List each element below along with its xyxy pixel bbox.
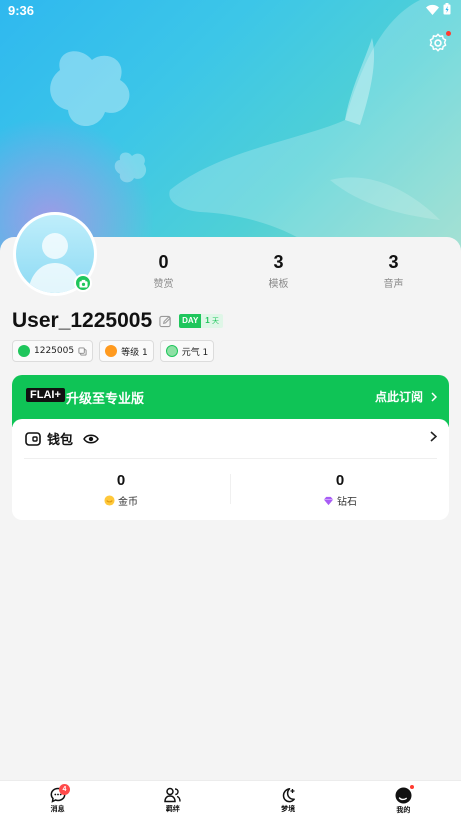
gear-icon (429, 33, 447, 52)
camera-icon (78, 279, 88, 288)
upgrade-title: 升级至专业版 (66, 392, 145, 407)
nav-label: 我的 (396, 806, 411, 814)
coin-balance: 0 (116, 472, 126, 489)
id-icon (18, 345, 30, 357)
energy-icon (165, 345, 178, 357)
subscribe-link[interactable]: 点此订阅 (375, 388, 437, 405)
status-icons (426, 3, 451, 15)
edit-icon[interactable] (159, 315, 172, 328)
stat-value: 3 (388, 252, 399, 272)
profile-notification-dot (409, 785, 414, 789)
settings-button[interactable] (427, 31, 451, 54)
chevron-right-icon (431, 391, 437, 402)
nav-messages[interactable]: 4 消息 (0, 781, 115, 821)
energy-chip[interactable]: 元气 1 (159, 340, 215, 362)
coin-label-row: 金币 (12, 493, 230, 508)
stat-label: 赞赏 (153, 279, 174, 290)
energy-text: 元气 1 (181, 347, 209, 358)
avatar-camera-button[interactable] (74, 274, 92, 292)
username: User_1225005 (12, 309, 153, 332)
wallet-icon (25, 431, 41, 446)
wallet-diamonds[interactable]: 0 钻石 (231, 472, 449, 508)
stat-label: 模板 (268, 279, 289, 290)
bottom-navigation: 4 消息 羁绊 梦境 我的 (0, 780, 461, 821)
moon-icon (282, 788, 296, 803)
stat-templates[interactable]: 3 模板 (221, 252, 336, 290)
settings-notification-dot (446, 31, 451, 36)
friends-icon (164, 787, 182, 803)
level-icon (105, 345, 118, 357)
copy-icon[interactable] (78, 346, 87, 356)
chevron-right-icon[interactable] (430, 431, 437, 442)
wallet-coins[interactable]: 0 金币 (12, 472, 230, 508)
stat-value: 0 (158, 252, 169, 272)
level-chip[interactable]: 等级 1 (99, 340, 154, 362)
user-id-chip[interactable]: 1225005 (12, 340, 94, 362)
status-time: 9:36 (8, 3, 35, 18)
user-id-text: 1225005 (34, 346, 75, 356)
diamond-icon (323, 496, 334, 505)
stat-value: 3 (273, 252, 284, 272)
subscribe-label: 点此订阅 (374, 390, 423, 404)
stat-appreciation[interactable]: 0 赞赏 (106, 252, 221, 290)
nav-label: 羁绊 (165, 805, 180, 813)
nav-bonds[interactable]: 羁绊 (115, 781, 230, 821)
diamond-label: 钻石 (337, 497, 357, 508)
day-badge-label: DAY (179, 314, 202, 328)
diamond-label-row: 钻石 (231, 493, 449, 508)
profile-chips: 1225005 等级 1 元气 1 (12, 340, 215, 362)
nav-label: 梦境 (281, 805, 296, 813)
wallet-header[interactable]: 钱包 (25, 429, 99, 448)
day-badge-value: 1 天 (201, 314, 223, 328)
message-badge: 4 (59, 784, 70, 795)
wifi-icon (426, 4, 439, 15)
coin-icon (104, 495, 115, 506)
stat-label: 音声 (383, 279, 404, 290)
profile-stats: 0 赞赏 3 模板 3 音声 (106, 252, 451, 290)
pro-tag: FLAI+ (26, 388, 65, 402)
battery-icon (443, 3, 451, 15)
stat-voices[interactable]: 3 音声 (336, 252, 451, 290)
diamond-balance: 0 (335, 472, 345, 489)
avatar-container[interactable] (13, 212, 97, 296)
profile-icon (395, 787, 412, 804)
wallet-card: 钱包 0 金币 0 钻石 (12, 419, 449, 520)
wallet-divider (24, 458, 437, 459)
status-bar: 9:36 (0, 0, 461, 22)
login-days-badge: DAY 1 天 (179, 314, 223, 328)
nav-profile[interactable]: 我的 (346, 781, 461, 821)
coin-label: 金币 (118, 497, 138, 508)
eye-icon[interactable] (83, 433, 99, 445)
wallet-title: 钱包 (47, 433, 74, 448)
username-row: User_1225005 DAY 1 天 (12, 309, 223, 333)
nav-label: 消息 (50, 805, 65, 813)
nav-dreams[interactable]: 梦境 (231, 781, 346, 821)
level-text: 等级 1 (121, 347, 148, 358)
